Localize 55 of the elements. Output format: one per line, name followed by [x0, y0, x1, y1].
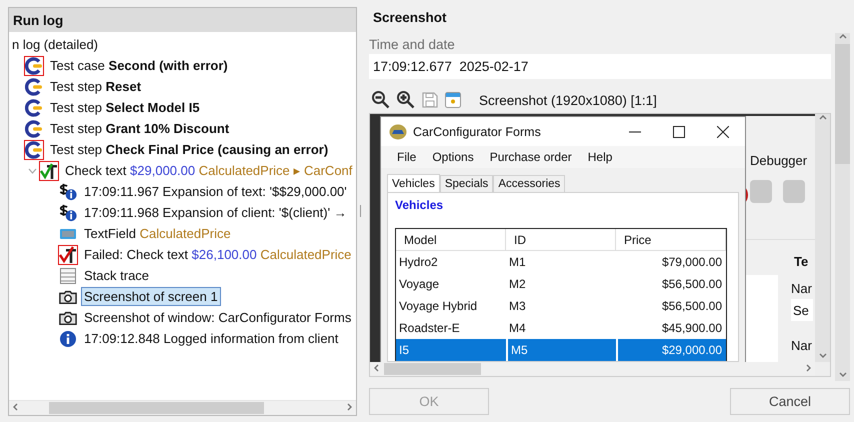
tree-item[interactable]: Test step Select Model I5: [47, 98, 203, 117]
menu-item[interactable]: File: [389, 150, 424, 164]
tree-item[interactable]: TextField CalculatedPrice: [81, 224, 234, 243]
tree-item[interactable]: Failed: Check text $26,100.00 CalculatedPrice: [81, 245, 354, 264]
panel-title: Run log: [13, 12, 64, 28]
tree-item[interactable]: 17:09:11.967 Expansion of text: '$$29,000.00': [81, 182, 350, 201]
table-cell-text: $45,900.00: [660, 320, 723, 337]
tree-item[interactable]: Screenshot of screen 1: [81, 287, 221, 306]
table-cell-text: M2: [508, 276, 527, 293]
panel-title: Screenshot: [373, 10, 447, 25]
toolbar-label: Debugger: [750, 153, 808, 168]
field-label: Nar: [791, 338, 812, 353]
table-cell-text: Voyage Hybrid: [398, 298, 478, 315]
tree-item[interactable]: Stack trace: [81, 266, 152, 285]
tree-item[interactable]: n log (detailed): [9, 35, 101, 54]
table-cell-text: Roadster-E: [398, 320, 461, 337]
table-cell-text: $56,500.00: [660, 298, 723, 315]
tree-item[interactable]: Test step Grant 10% Discount: [47, 119, 232, 138]
table-cell-text: M1: [508, 254, 527, 271]
table-row[interactable]: Voyage Hybrid M3 $56,500.00: [396, 295, 726, 317]
table-cell-text: $79,000.00: [660, 254, 723, 271]
screenshot-caption: Screenshot (1920x1080) [1:1]: [479, 92, 657, 108]
tree-item[interactable]: 17:09:12.848 Logged information from client: [81, 329, 342, 348]
table-cell-text: M3: [508, 298, 527, 315]
field-label: Nar: [791, 281, 812, 296]
tab[interactable]: Accessories: [493, 175, 566, 192]
tree-item[interactable]: Check text $29,000.00 CalculatedPrice ▸ CarConf: [62, 161, 356, 180]
menu-item[interactable]: Purchase order: [482, 150, 580, 164]
table-row[interactable]: I5 M5 $29,000.00: [396, 339, 726, 361]
tree-item[interactable]: Test step Check Final Price (causing an error): [47, 140, 332, 159]
section-title: Te: [794, 254, 808, 269]
table-cell-text: Voyage: [398, 276, 440, 293]
table-cell-text: Hydro2: [398, 254, 439, 271]
table-cell-text: I5: [398, 342, 410, 359]
tab[interactable]: Specials: [440, 175, 494, 192]
section-heading: Vehicles: [395, 198, 444, 212]
tree-item[interactable]: Test case Second (with error): [47, 56, 231, 75]
field-label: Time and date: [369, 36, 456, 54]
menu-item[interactable]: Help: [580, 150, 620, 164]
table-row[interactable]: Voyage M2 $56,500.00: [396, 273, 726, 295]
column-header[interactable]: ID: [506, 229, 616, 251]
tree-item[interactable]: 17:09:11.968 Expansion of client: '$(client)' →: [81, 203, 350, 222]
tree-item[interactable]: Test step Reset: [47, 77, 144, 96]
window-title: CarConfigurator Forms: [413, 124, 541, 138]
menu-item[interactable]: Options: [424, 150, 482, 164]
dialog-button[interactable]: Cancel: [730, 388, 850, 415]
tree-item[interactable]: Screenshot of window: CarConfigurator Forms: [81, 308, 354, 327]
tab[interactable]: Vehicles: [387, 174, 440, 192]
time-field[interactable]: 17:09:12.677 2025-02-17: [369, 54, 831, 79]
column-header[interactable]: Model: [396, 229, 506, 251]
column-header[interactable]: Price: [616, 229, 726, 251]
table-row[interactable]: Roadster-E M4 $45,900.00: [396, 317, 726, 339]
table-row[interactable]: Hydro2 M1 $79,000.00: [396, 251, 726, 273]
table-cell-text: M4: [508, 320, 527, 337]
table-cell-text: $56,500.00: [660, 276, 723, 293]
